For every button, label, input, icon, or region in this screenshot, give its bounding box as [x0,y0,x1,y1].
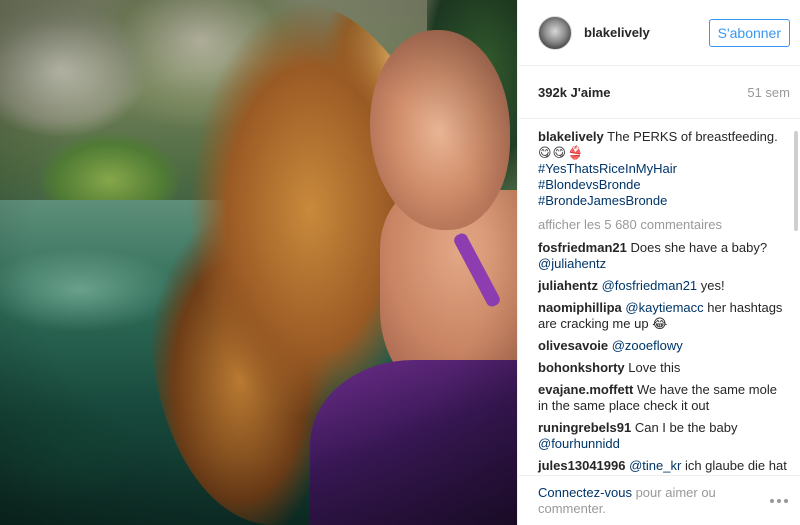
follow-button[interactable]: S'abonner [708,18,790,47]
hashtag-link[interactable]: #BlondevsBronde [538,177,790,193]
comment-username[interactable]: jules13041996 [538,458,625,473]
comment: fosfriedman21 Does she have a baby? @jul… [538,237,790,275]
comment: naomiphillipa @kaytiemacc her hashtags a… [538,297,790,335]
caption: blakelively The PERKS of breastfeeding. … [538,119,790,209]
hashtag-link[interactable]: #YesThatsRiceInMyHair [538,161,790,177]
comment-text: yes! [700,278,725,293]
avatar[interactable] [538,15,572,50]
comment: evajane.moffett We have the same mole in… [538,379,790,417]
comments-scrollbar[interactable] [794,131,798,231]
caption-emoji: 😋😋👙 [538,145,585,160]
comment-username[interactable]: bohonkshorty [538,360,625,375]
dot [770,498,774,503]
comment: olivesavoie @zooeflowy [538,335,790,357]
comment-text: Love this [628,360,681,375]
comment-text: Can I be the baby [634,420,738,435]
comment: juliahentz @fosfriedman21 yes! [538,275,790,297]
comment-username[interactable]: runingrebels91 [538,420,631,435]
comment: runingrebels91 Can I be the baby @fourhu… [538,417,790,455]
comment-username[interactable]: evajane.moffett [538,382,633,397]
show-all-comments-link[interactable]: afficher les 5 680 commentaires [538,217,790,233]
likes-count[interactable]: 392k J'aime [538,85,610,100]
login-prompt: Connectez-vous pour aimer ou commenter. [538,485,738,517]
post-photo[interactable] [0,0,517,525]
comment-text: Does she have a baby? [630,240,768,255]
comment-mention[interactable]: @tine_kr [629,458,681,473]
post-stats: 392k J'aime 51 sem [518,66,800,118]
comment-username[interactable]: naomiphillipa [538,300,622,315]
comment-mention[interactable]: @fosfriedman21 [602,278,698,293]
hashtag-list: #YesThatsRiceInMyHair #BlondevsBronde #B… [538,161,790,209]
comment-mention[interactable]: @juliahentz [538,256,606,271]
photo-vignette [0,0,517,525]
caption-username[interactable]: blakelively [538,129,604,144]
comment-mention[interactable]: @zooeflowy [612,338,683,353]
post-view: blakelively S'abonner 392k J'aime 51 sem… [0,0,800,525]
caption-text: The PERKS of breastfeeding. [607,129,778,144]
comment-username[interactable]: juliahentz [538,278,598,293]
login-link[interactable]: Connectez-vous [538,485,632,500]
comment-mention[interactable]: @fourhunnidd [538,436,620,451]
comments-list[interactable]: blakelively The PERKS of breastfeeding. … [518,118,800,475]
post-header: blakelively S'abonner [518,0,800,66]
header-username[interactable]: blakelively [584,25,709,40]
more-dots-icon[interactable] [770,498,788,503]
post-footer: Connectez-vous pour aimer ou commenter. [518,475,800,525]
comment: bohonkshorty Love this [538,357,790,379]
comment-mention[interactable]: @kaytiemacc [625,300,703,315]
dot [777,498,781,503]
hashtag-link[interactable]: #BrondeJamesBronde [538,193,790,209]
comment-username[interactable]: olivesavoie [538,338,608,353]
comment: jules13041996 @tine_kr ich glaube die ha… [538,455,790,475]
comment-username[interactable]: fosfriedman21 [538,240,627,255]
side-panel: blakelively S'abonner 392k J'aime 51 sem… [517,0,800,525]
dot [784,498,788,503]
post-age[interactable]: 51 sem [747,85,790,100]
